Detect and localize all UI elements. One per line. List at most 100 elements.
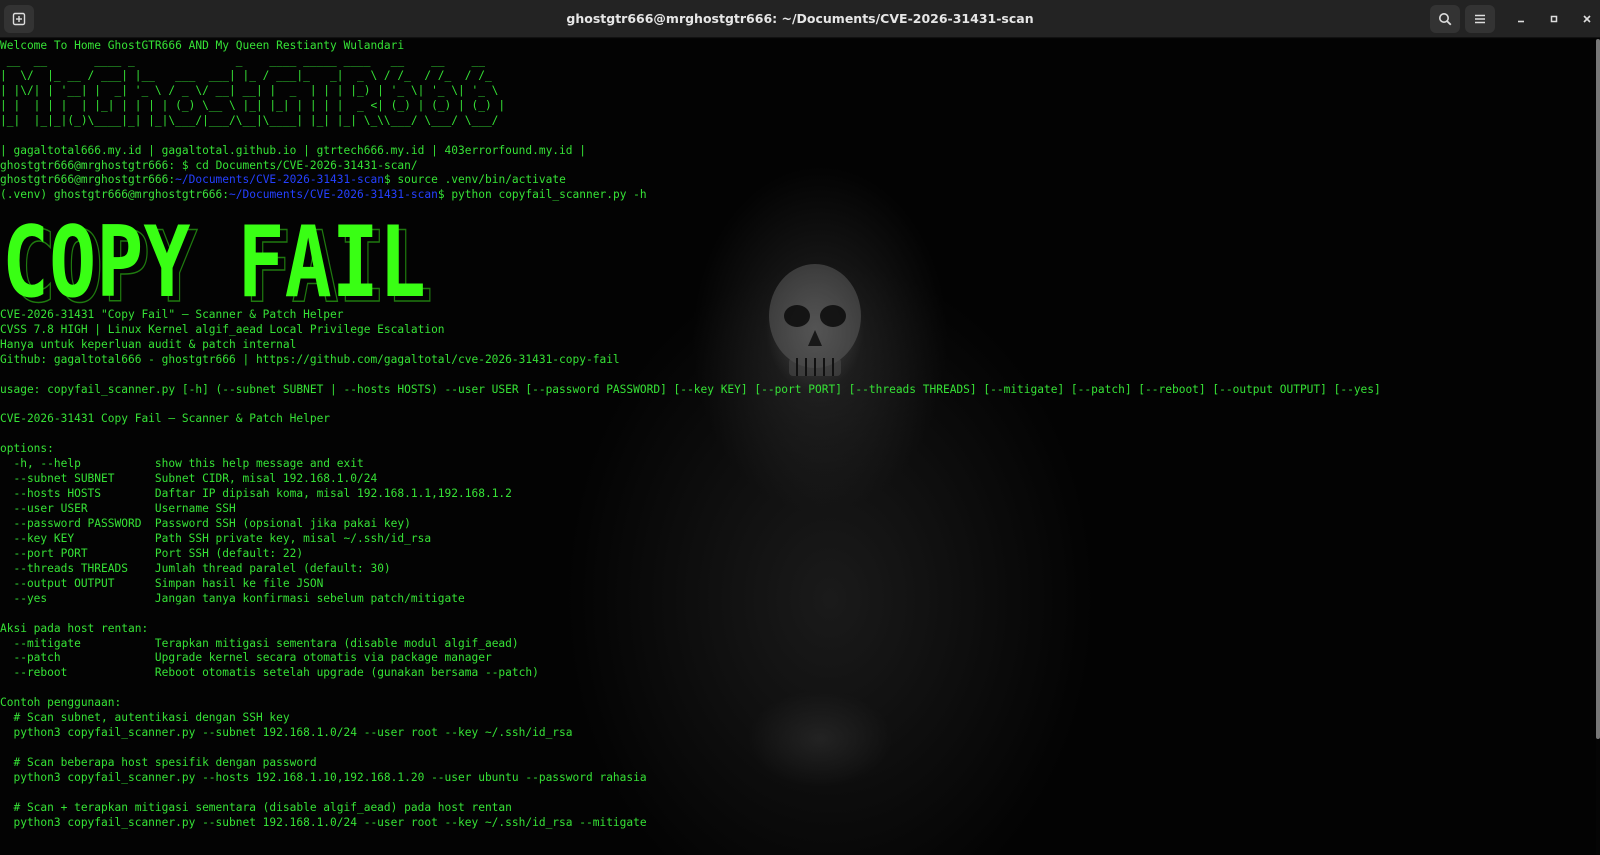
terminal-line: ghostgtr666@mrghostgtr666:~/Documents/CV…	[0, 173, 1381, 188]
option-description: Username SSH	[154, 502, 236, 516]
new-tab-button[interactable]	[4, 5, 34, 33]
terminal-line: Welcome To Home GhostGTR666 AND My Queen…	[0, 39, 1381, 54]
terminal-line: ghostgtr666@mrghostgtr666: $ cd Document…	[0, 159, 1381, 174]
terminal-line: | | | | | | |_| | | | | (_) \__ \ |_| |_…	[0, 99, 1381, 114]
prompt-path	[175, 159, 182, 172]
terminal-line: python3 copyfail_scanner.py --hosts 192.…	[0, 771, 1381, 786]
terminal-line: --key KEY Path SSH private key, misal ~/…	[0, 532, 1381, 547]
terminal-line: options:	[0, 442, 1381, 457]
option-flag: --port PORT	[0, 546, 155, 560]
ascii-art-line: | |\/| | '__| | _| '_ \ / _ \/ __| __| |…	[0, 83, 499, 97]
hamburger-menu-icon	[1475, 14, 1485, 24]
option-flag: --user USER	[0, 502, 155, 516]
terminal-line: --password PASSWORD Password SSH (opsion…	[0, 517, 1381, 532]
info-line: Hanya untuk keperluan audit & patch inte…	[0, 337, 297, 351]
actions-header: Aksi pada host rentan:	[0, 621, 149, 635]
terminal-line: --hosts HOSTS Daftar IP dipisah koma, mi…	[0, 487, 1381, 502]
terminal-line: | \/ |_ __ / ___| |__ ___ ___| |_ / ___|…	[0, 69, 1381, 84]
example-command: python3 copyfail_scanner.py --subnet 192…	[0, 726, 573, 740]
terminal-line: --port PORT Port SSH (default: 22)	[0, 547, 1381, 562]
option-description: Jumlah thread paralel (default: 30)	[154, 561, 391, 575]
terminal-line: -h, --help show this help message and ex…	[0, 457, 1381, 472]
prompt-command: $ python copyfail_scanner.py -h	[437, 188, 647, 202]
option-description: Daftar IP dipisah koma, misal 192.168.1.…	[154, 487, 512, 501]
terminal-line: Hanya untuk keperluan audit & patch inte…	[0, 338, 1381, 353]
terminal-output[interactable]: Welcome To Home GhostGTR666 AND My Queen…	[0, 39, 1596, 855]
minimize-icon	[1518, 20, 1524, 23]
action-flag: --patch	[0, 651, 155, 665]
description-line: CVE-2026-31431 Copy Fail — Scanner & Pat…	[0, 412, 331, 426]
terminal-line: --subnet SUBNET Subnet CIDR, misal 192.1…	[0, 472, 1381, 487]
action-description: Upgrade kernel secara otomatis via packa…	[154, 651, 492, 665]
search-icon	[1439, 13, 1452, 26]
window-title: ghostgtr666@mrghostgtr666: ~/Documents/C…	[566, 11, 1034, 26]
action-description: Reboot otomatis setelah upgrade (gunakan…	[154, 666, 539, 680]
terminal-line: # Scan + terapkan mitigasi sementara (di…	[0, 801, 1381, 816]
terminal-line: --threads THREADS Jumlah thread paralel …	[0, 562, 1381, 577]
title-bar: ghostgtr666@mrghostgtr666: ~/Documents/C…	[0, 0, 1600, 38]
close-icon	[1583, 15, 1591, 23]
terminal-line: --reboot Reboot otomatis setelah upgrade…	[0, 666, 1381, 681]
ascii-art-line: __ __ ____ _ _ ____ _____ ____ __ __ __	[0, 53, 485, 67]
ascii-art-line: | | | | | | |_| | | | | (_) \__ \ |_| |_…	[0, 98, 506, 112]
option-flag: -h, --help	[0, 457, 155, 471]
terminal-line: usage: copyfail_scanner.py [-h] (--subne…	[0, 383, 1381, 398]
info-line: Github: gagaltotal666 - ghostgtr666 | ht…	[0, 352, 620, 366]
option-description: Path SSH private key, misal ~/.ssh/id_rs…	[154, 531, 432, 545]
option-description: Password SSH (opsional jika pakai key)	[154, 517, 411, 530]
example-command: python3 copyfail_scanner.py --subnet 192…	[0, 815, 647, 829]
prompt-command: $ source .venv/bin/activate	[383, 173, 566, 187]
option-description: Subnet CIDR, misal 192.168.1.0/24	[154, 472, 378, 486]
example-comment: # Scan beberapa host spesifik dengan pas…	[0, 756, 317, 769]
option-flag: --password PASSWORD	[0, 517, 155, 530]
terminal-line: Contoh penggunaan:	[0, 696, 1381, 711]
ascii-art-line: | \/ |_ __ / ___| |__ ___ ___| |_ / ___|…	[0, 68, 492, 82]
terminal-line: CVSS 7.8 HIGH | Linux Kernel algif_aead …	[0, 323, 1381, 338]
terminal-line: python3 copyfail_scanner.py --subnet 192…	[0, 726, 1381, 741]
terminal-line: --user USER Username SSH	[0, 502, 1381, 517]
action-flag: --mitigate	[0, 636, 155, 650]
prompt-user: ghostgtr666@mrghostgtr666	[53, 188, 223, 202]
option-description: Jangan tanya konfirmasi sebelum patch/mi…	[154, 591, 465, 605]
terminal-line: |_| |_|_|(_)\____|_| |_|\___/|___/\__|\_…	[0, 114, 1381, 129]
maximize-icon	[1550, 15, 1558, 23]
terminal-line: --yes Jangan tanya konfirmasi sebelum pa…	[0, 592, 1381, 607]
prompt-command: $ cd Documents/CVE-2026-31431-scan/	[181, 158, 418, 172]
welcome-text: Welcome To Home GhostGTR666 AND My Queen…	[0, 39, 405, 52]
minimize-button[interactable]	[1508, 6, 1534, 32]
menu-button[interactable]	[1465, 5, 1495, 33]
terminal-line: | |\/| | '__| | _| '_ \ / _ \/ __| __| |…	[0, 84, 1381, 99]
terminal-line: python3 copyfail_scanner.py --subnet 192…	[0, 816, 1381, 831]
terminal-line: Github: gagaltotal666 - ghostgtr666 | ht…	[0, 353, 1381, 368]
option-flag: --hosts HOSTS	[0, 487, 155, 501]
action-description: Terapkan mitigasi sementara (disable mod…	[154, 636, 519, 650]
search-button[interactable]	[1430, 5, 1460, 33]
option-flag: --output OUTPUT	[0, 576, 155, 590]
option-flag: --key KEY	[0, 531, 155, 545]
terminal-line: # Scan beberapa host spesifik dengan pas…	[0, 756, 1381, 771]
terminal-line: # Scan subnet, autentikasi dengan SSH ke…	[0, 711, 1381, 726]
info-line: CVSS 7.8 HIGH | Linux Kernel algif_aead …	[0, 322, 445, 336]
option-flag: --subnet SUBNET	[0, 472, 155, 486]
examples-header: Contoh penggunaan:	[0, 696, 122, 710]
terminal-scrollbar[interactable]	[1596, 39, 1600, 739]
maximize-button[interactable]	[1541, 6, 1567, 32]
terminal-window: ghostgtr666@mrghostgtr666: ~/Documents/C…	[0, 0, 1600, 855]
ascii-art-line: |_| |_|_|(_)\____|_| |_|\___/|___/\__|\_…	[0, 113, 499, 127]
terminal-line: --mitigate Terapkan mitigasi sementara (…	[0, 637, 1381, 652]
close-button[interactable]	[1574, 6, 1600, 32]
example-comment: # Scan subnet, autentikasi dengan SSH ke…	[0, 711, 290, 725]
options-header: options:	[0, 442, 54, 456]
terminal-line: CVE-2026-31431 "Copy Fail" — Scanner & P…	[0, 308, 1381, 323]
new-tab-icon	[12, 12, 26, 26]
prompt-user: ghostgtr666@mrghostgtr666	[0, 173, 169, 187]
option-flag: --yes	[0, 591, 155, 605]
terminal-line: | gagaltotal666.my.id | gagaltotal.githu…	[0, 144, 1381, 159]
venv-prefix: (.venv)	[0, 188, 54, 202]
